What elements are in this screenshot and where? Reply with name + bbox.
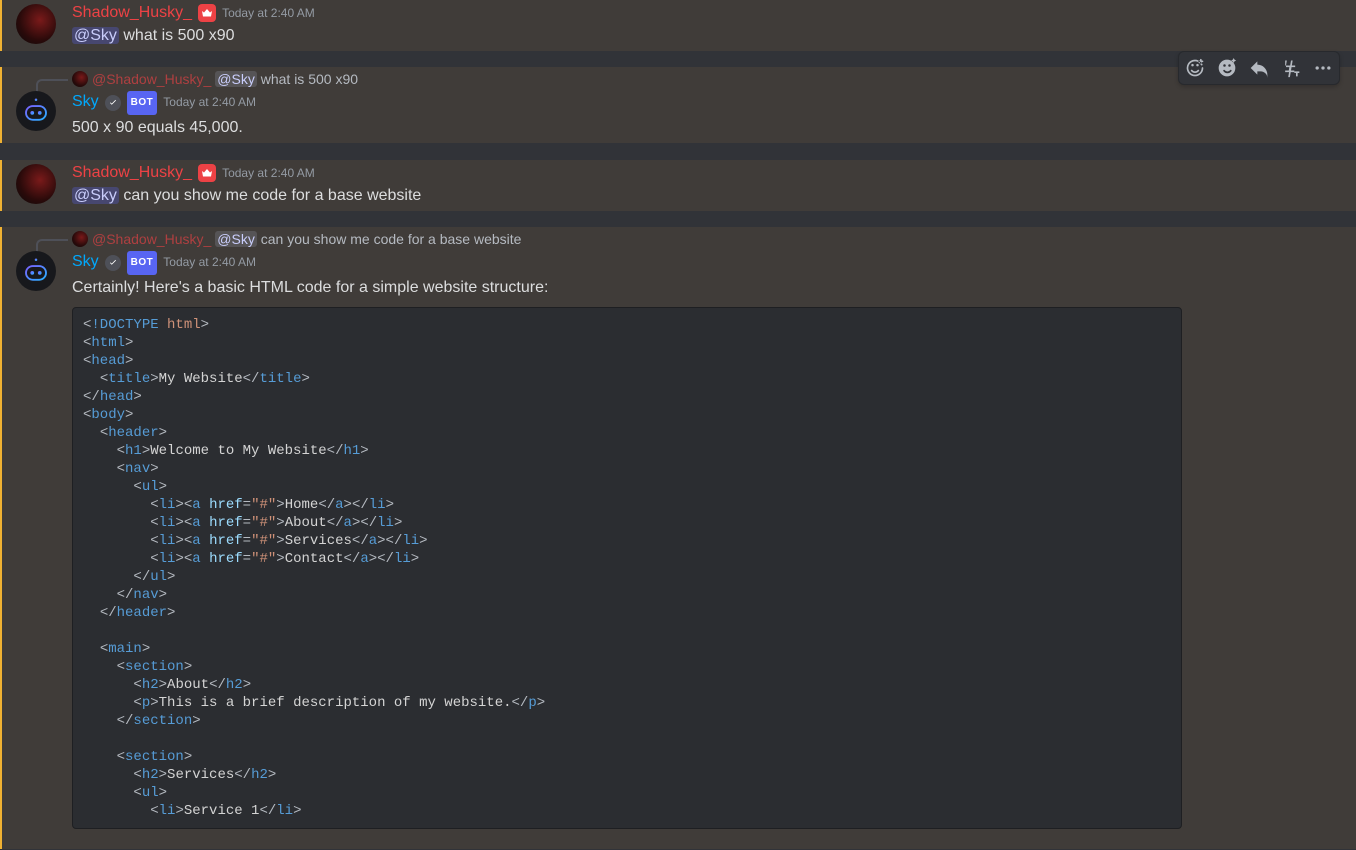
reply-preview[interactable]: @Sky can you show me code for a base web… xyxy=(215,231,521,247)
avatar[interactable] xyxy=(16,164,56,204)
reply-context[interactable]: @Shadow_Husky_ @Sky what is 500 x90 xyxy=(72,69,1308,89)
user-mention[interactable]: @Sky xyxy=(215,71,257,87)
server-owner-crown-icon xyxy=(198,4,216,22)
avatar[interactable] xyxy=(16,251,56,291)
username[interactable]: Shadow_Husky_ xyxy=(72,162,192,184)
verified-bot-icon xyxy=(105,95,121,111)
timestamp: Today at 2:40 AM xyxy=(163,91,256,113)
message-content: 500 x 90 equals 45,000. xyxy=(72,116,1308,139)
timestamp: Today at 2:40 AM xyxy=(163,251,256,273)
message-content: @Sky what is 500 x90 xyxy=(72,24,1308,47)
avatar[interactable] xyxy=(16,91,56,131)
message-header: Shadow_Husky_ Today at 2:40 AM xyxy=(72,2,1308,24)
username[interactable]: Sky xyxy=(72,91,99,113)
server-owner-crown-icon xyxy=(198,164,216,182)
verified-bot-icon xyxy=(105,255,121,271)
reply-avatar[interactable] xyxy=(72,231,88,247)
bot-tag: BOT xyxy=(127,251,158,275)
message-header: Sky BOT Today at 2:40 AM xyxy=(72,91,1308,116)
message-actions-toolbar xyxy=(1178,51,1340,85)
user-mention[interactable]: @Sky xyxy=(72,187,119,204)
message-content: @Sky can you show me code for a base web… xyxy=(72,184,1308,207)
message-text: what is 500 x90 xyxy=(119,27,235,44)
reply-avatar[interactable] xyxy=(72,71,88,87)
message-sky-1[interactable]: @Shadow_Husky_ @Sky what is 500 x90 Sky … xyxy=(0,67,1356,143)
reply-preview-text: can you show me code for a base website xyxy=(257,231,522,247)
timestamp: Today at 2:40 AM xyxy=(222,2,315,24)
timestamp: Today at 2:40 AM xyxy=(222,162,315,184)
message-sky-2[interactable]: @Shadow_Husky_ @Sky can you show me code… xyxy=(0,227,1356,849)
user-mention[interactable]: @Sky xyxy=(215,231,257,247)
message-header: Sky BOT Today at 2:40 AM xyxy=(72,251,1308,276)
message-header: Shadow_Husky_ Today at 2:40 AM xyxy=(72,162,1308,184)
reply-icon[interactable] xyxy=(1243,52,1275,84)
user-mention[interactable]: @Sky xyxy=(72,27,119,44)
message-content: Certainly! Here's a basic HTML code for … xyxy=(72,276,1308,299)
reply-preview[interactable]: @Sky what is 500 x90 xyxy=(215,71,358,87)
reply-context[interactable]: @Shadow_Husky_ @Sky can you show me code… xyxy=(72,229,1308,249)
add-reaction-icon[interactable] xyxy=(1179,52,1211,84)
create-thread-icon[interactable] xyxy=(1275,52,1307,84)
reply-username[interactable]: @Shadow_Husky_ xyxy=(92,231,211,247)
avatar[interactable] xyxy=(16,4,56,44)
reply-username[interactable]: @Shadow_Husky_ xyxy=(92,71,211,87)
message-shadow-2[interactable]: Shadow_Husky_ Today at 2:40 AM @Sky can … xyxy=(0,160,1356,211)
super-reaction-icon[interactable] xyxy=(1211,52,1243,84)
message-shadow-1[interactable]: Shadow_Husky_ Today at 2:40 AM @Sky what… xyxy=(0,0,1356,51)
reply-preview-text: what is 500 x90 xyxy=(257,71,358,87)
username[interactable]: Sky xyxy=(72,251,99,273)
code-block[interactable]: <!DOCTYPE html> <html> <head> <title>My … xyxy=(72,307,1182,829)
message-list: Shadow_Husky_ Today at 2:40 AM @Sky what… xyxy=(0,0,1356,849)
message-text: can you show me code for a base website xyxy=(119,187,421,204)
username[interactable]: Shadow_Husky_ xyxy=(72,2,192,24)
more-icon[interactable] xyxy=(1307,52,1339,84)
bot-tag: BOT xyxy=(127,91,158,115)
